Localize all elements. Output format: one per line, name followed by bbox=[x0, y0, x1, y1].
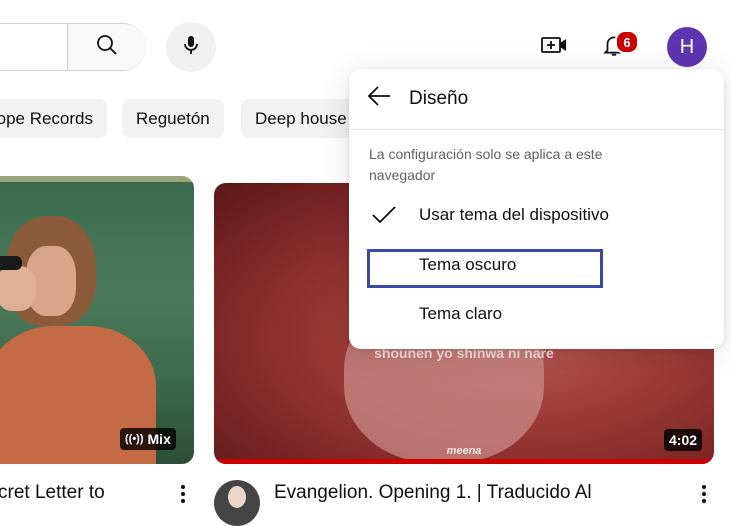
arrow-left-icon bbox=[366, 85, 392, 112]
duration-badge: 4:02 bbox=[664, 429, 703, 451]
video-add-icon bbox=[540, 33, 568, 62]
menu-item-label: Usar tema del dispositivo bbox=[419, 205, 609, 224]
thumbnail-watermark: meena bbox=[446, 445, 482, 457]
video-2-more-button[interactable] bbox=[694, 484, 714, 507]
video-title-2[interactable]: Evangelion. Opening 1. | Traducido Al bbox=[274, 482, 592, 504]
video-thumbnail-1[interactable] bbox=[0, 176, 194, 464]
chip-deep-house[interactable]: Deep house bbox=[241, 99, 361, 138]
notification-count-badge: 6 bbox=[615, 30, 639, 54]
appearance-menu: Diseño La configuración solo se aplica a… bbox=[349, 69, 724, 349]
thumbnail-microphone bbox=[0, 256, 22, 270]
back-button[interactable] bbox=[363, 82, 395, 114]
channel-avatar[interactable] bbox=[214, 480, 260, 526]
menu-note: La configuración solo se aplica a este n… bbox=[369, 146, 603, 183]
watch-progress-bar bbox=[214, 459, 714, 464]
chip-regueton[interactable]: Reguetón bbox=[122, 99, 224, 138]
mix-label: Mix bbox=[147, 431, 171, 447]
video-1-more-button[interactable] bbox=[173, 484, 193, 507]
create-button[interactable] bbox=[534, 27, 574, 67]
focus-highlight bbox=[367, 249, 603, 288]
menu-title: Diseño bbox=[409, 88, 469, 109]
radio-icon: ((•)) bbox=[125, 433, 144, 445]
mix-badge: ((•)) Mix bbox=[120, 428, 176, 450]
check-icon bbox=[371, 203, 397, 227]
search-box[interactable] bbox=[0, 23, 146, 71]
search-input[interactable] bbox=[1, 34, 65, 62]
search-button[interactable] bbox=[68, 24, 146, 70]
thumbnail-figure-hand bbox=[0, 266, 36, 311]
account-avatar[interactable]: H bbox=[667, 27, 707, 67]
menu-header: Diseño bbox=[349, 69, 724, 130]
video-title-1[interactable]: cret Letter to bbox=[0, 482, 105, 504]
microphone-icon bbox=[179, 33, 203, 62]
search-icon bbox=[95, 33, 119, 62]
menu-item-light-theme[interactable]: Tema claro bbox=[349, 294, 724, 334]
menu-item-device-theme[interactable]: Usar tema del dispositivo bbox=[349, 195, 724, 235]
voice-search-button[interactable] bbox=[166, 22, 216, 72]
menu-item-label: Tema claro bbox=[419, 304, 503, 323]
chip-ope-records[interactable]: ope Records bbox=[0, 99, 107, 138]
